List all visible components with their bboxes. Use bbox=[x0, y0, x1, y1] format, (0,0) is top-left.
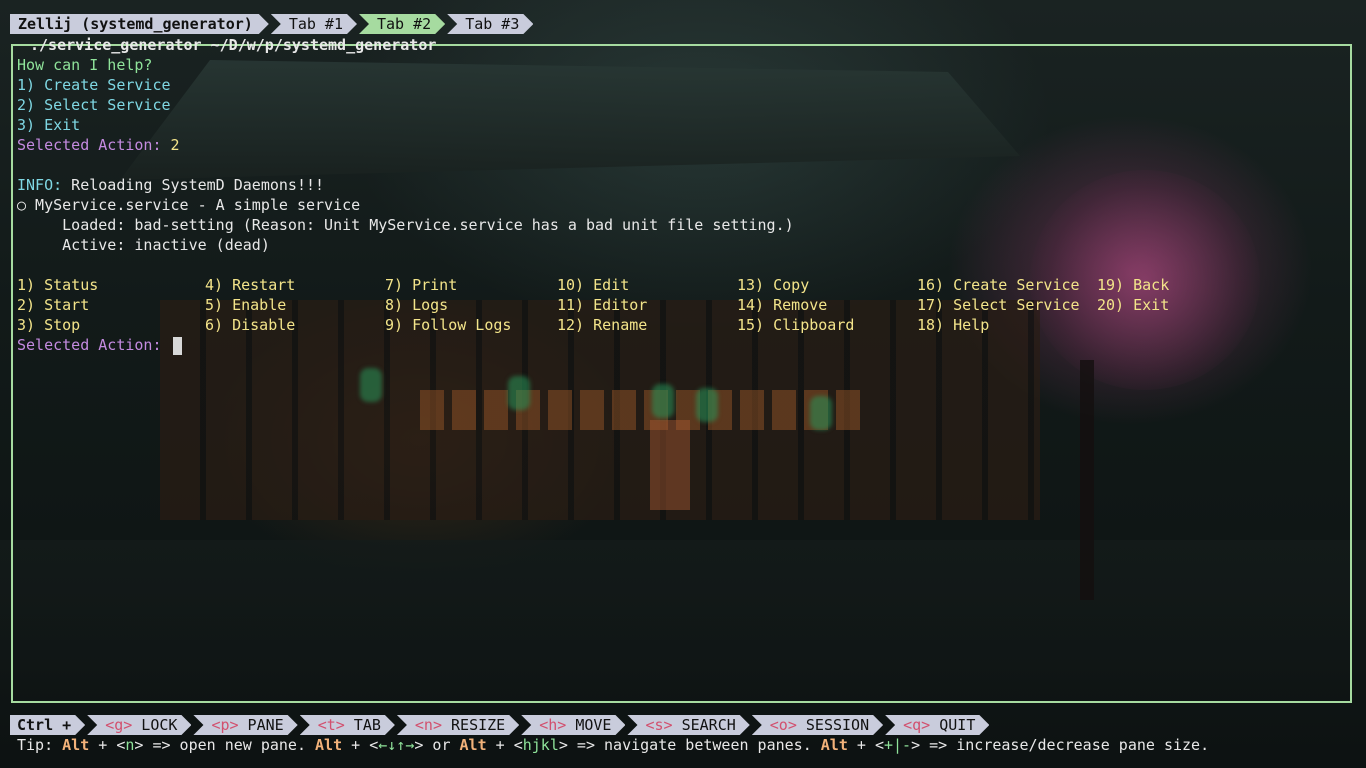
menu-item: 5) Enable bbox=[205, 296, 287, 314]
key-search[interactable]: <s> SEARCH bbox=[627, 715, 749, 735]
key-lock-label: LOCK bbox=[132, 716, 178, 734]
key-move[interactable]: <h> MOVE bbox=[521, 715, 625, 735]
info-text: Reloading SystemD Daemons!!! bbox=[62, 176, 325, 194]
tab-1[interactable]: Tab #1 bbox=[271, 14, 357, 34]
service-status-line: ○ MyService.service - A simple service bbox=[17, 196, 361, 214]
key-move-shortcut: <h> bbox=[539, 716, 567, 734]
prompt-text: How can I help? bbox=[17, 56, 153, 74]
key-lock[interactable]: <g> LOCK bbox=[87, 715, 191, 735]
key-session-label: SESSION bbox=[796, 716, 870, 734]
tip-text: > => increase/decrease pane size. bbox=[911, 736, 1210, 754]
key-quit-shortcut: <q> bbox=[903, 716, 931, 734]
selected-action-value: 2 bbox=[170, 136, 180, 154]
tab-bar: Zellij (systemd_generator) Tab #1 Tab #2… bbox=[10, 14, 533, 34]
tip-alt: Alt bbox=[459, 736, 487, 754]
key-lock-shortcut: <g> bbox=[105, 716, 133, 734]
key-resize-label: RESIZE bbox=[442, 716, 506, 734]
tip-text: > or bbox=[414, 736, 460, 754]
option-exit: 3) Exit bbox=[17, 116, 81, 134]
tip-line: Tip: Alt + <n> => open new pane. Alt + <… bbox=[17, 735, 1209, 755]
key-quit-label: QUIT bbox=[930, 716, 976, 734]
tip-alt: Alt bbox=[315, 736, 343, 754]
key-tab[interactable]: <t> TAB bbox=[300, 715, 395, 735]
option-create-service: 1) Create Service bbox=[17, 76, 171, 94]
menu-item: 17) Select Service bbox=[917, 296, 1080, 314]
keybinding-bar: Ctrl + <g> LOCK <p> PANE <t> TAB <n> RES… bbox=[10, 715, 989, 735]
tab-2[interactable]: Tab #2 bbox=[359, 14, 445, 34]
key-pane-shortcut: <p> bbox=[211, 716, 239, 734]
terminal-cursor[interactable] bbox=[171, 335, 182, 355]
menu-item: 1) Status bbox=[17, 276, 99, 294]
tip-alt: Alt bbox=[820, 736, 848, 754]
key-session-shortcut: <o> bbox=[769, 716, 797, 734]
key-resize-shortcut: <n> bbox=[414, 716, 442, 734]
menu-item: 20) Exit bbox=[1097, 296, 1170, 314]
menu-item: 13) Copy bbox=[737, 276, 810, 294]
menu-item: 2) Start bbox=[17, 296, 90, 314]
key-quit[interactable]: <q> QUIT bbox=[885, 715, 989, 735]
session-name: Zellij (systemd_generator) bbox=[10, 14, 269, 34]
tip-prefix: Tip: bbox=[17, 736, 63, 754]
tip-text: + < bbox=[847, 736, 884, 754]
info-label: INFO: bbox=[17, 176, 63, 194]
key-move-label: MOVE bbox=[566, 716, 612, 734]
tip-text: + < bbox=[486, 736, 523, 754]
key-tab-label: TAB bbox=[344, 716, 381, 734]
option-select-service: 2) Select Service bbox=[17, 96, 171, 114]
service-active-line: Active: inactive (dead) bbox=[17, 236, 270, 254]
tip-text: + < bbox=[342, 736, 379, 754]
menu-item: 4) Restart bbox=[205, 276, 296, 294]
key-session[interactable]: <o> SESSION bbox=[752, 715, 883, 735]
key-pane-label: PANE bbox=[238, 716, 284, 734]
menu-item: 19) Back bbox=[1097, 276, 1170, 294]
selected-action-label: Selected Action: bbox=[17, 136, 162, 154]
menu-item: 7) Print bbox=[385, 276, 458, 294]
menu-item: 18) Help bbox=[917, 316, 990, 334]
selected-action-label-2: Selected Action: bbox=[17, 336, 162, 354]
menu-item: 10) Edit bbox=[557, 276, 630, 294]
key-search-shortcut: <s> bbox=[645, 716, 673, 734]
menu-item: 3) Stop bbox=[17, 316, 81, 334]
menu-item: 11) Editor bbox=[557, 296, 648, 314]
key-resize[interactable]: <n> RESIZE bbox=[397, 715, 519, 735]
tab-3[interactable]: Tab #3 bbox=[447, 14, 533, 34]
tip-alt: Alt bbox=[62, 736, 90, 754]
tip-key: hjkl bbox=[522, 736, 559, 754]
pane-title: ./service_generator ~/D/w/p/systemd_gene… bbox=[30, 36, 437, 54]
key-search-label: SEARCH bbox=[672, 716, 736, 734]
menu-item: 9) Follow Logs bbox=[385, 316, 512, 334]
key-tab-shortcut: <t> bbox=[317, 716, 345, 734]
tip-text: > => navigate between panes. bbox=[558, 736, 821, 754]
service-loaded-line: Loaded: bad-setting (Reason: Unit MyServ… bbox=[17, 216, 794, 234]
menu-item: 15) Clipboard bbox=[737, 316, 855, 334]
menu-item: 8) Logs bbox=[385, 296, 449, 314]
tip-text: > => open new pane. bbox=[134, 736, 316, 754]
terminal-output: How can I help? 1) Create Service 2) Sel… bbox=[17, 55, 794, 255]
menu-item: 16) Create Service bbox=[917, 276, 1080, 294]
tip-key: ←↓↑→ bbox=[378, 736, 415, 754]
menu-item: 6) Disable bbox=[205, 316, 296, 334]
ctrl-label: Ctrl + bbox=[10, 715, 85, 735]
menu-item: 14) Remove bbox=[737, 296, 828, 314]
tip-text: + < bbox=[89, 736, 126, 754]
menu-item: 12) Rename bbox=[557, 316, 648, 334]
key-pane[interactable]: <p> PANE bbox=[193, 715, 297, 735]
tip-key: +|- bbox=[884, 736, 912, 754]
